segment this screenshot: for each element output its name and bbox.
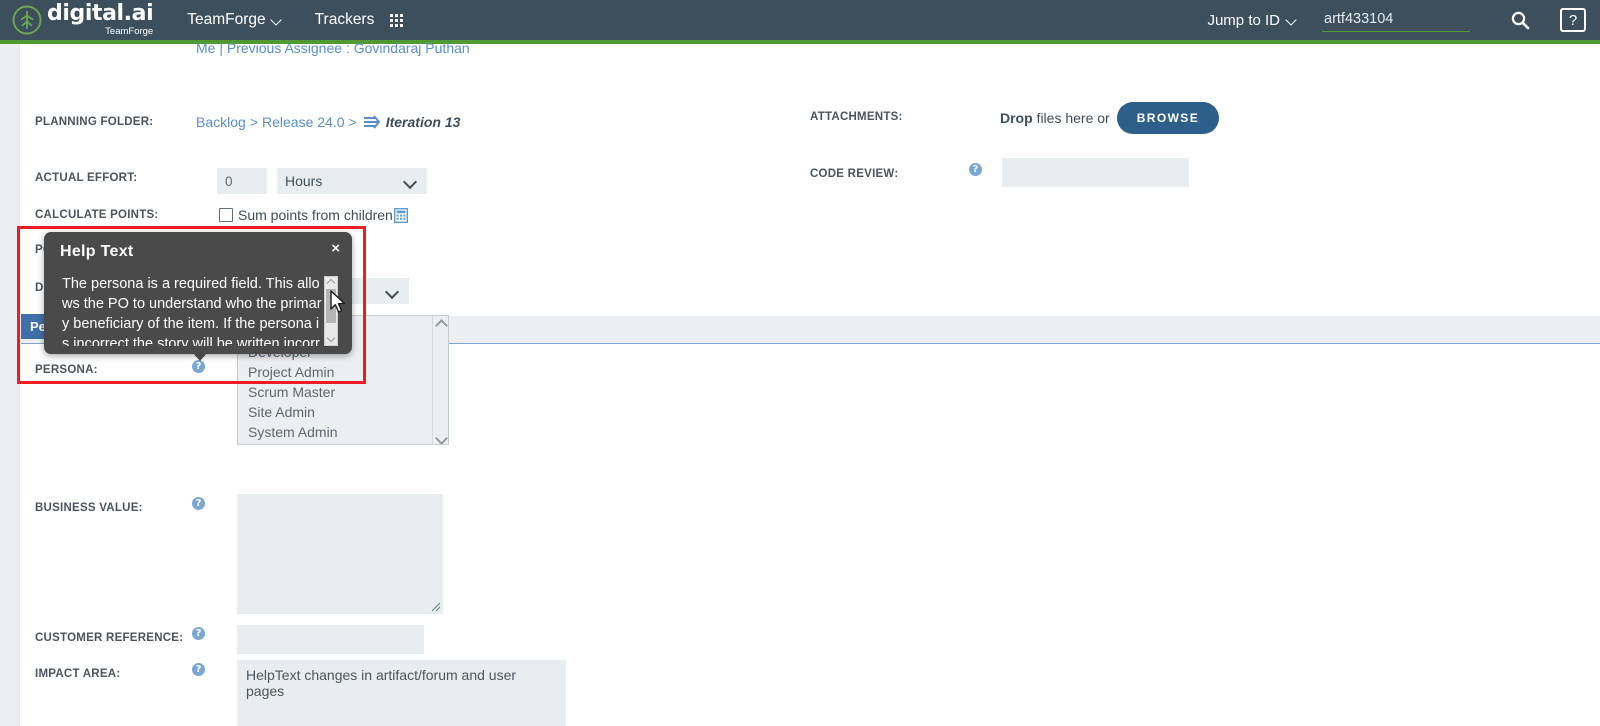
brand-logo[interactable]: digital.ai TeamForge [12,1,154,38]
customer-reference-help-icon[interactable]: ? [192,627,205,640]
code-review-help-icon[interactable]: ? [969,163,982,176]
sum-points-label: Sum points from children [238,207,393,223]
planning-folder-value: Backlog > Release 24.0 > Iteration 13 [196,114,460,130]
field-actual-effort: ACTUAL EFFORT: [35,172,195,184]
app-root: digital.ai TeamForge TeamForge Trackers … [0,0,1600,726]
jump-to-id-dropdown[interactable]: Jump to ID [1207,12,1296,29]
business-value-label: BUSINESS VALUE: [35,502,143,514]
code-review-label: CODE REVIEW: [810,168,899,180]
browse-button[interactable]: BROWSE [1116,102,1220,134]
scroll-down-arrow-icon[interactable] [326,333,336,343]
field-calculate-points: CALCULATE POINTS: [35,209,195,221]
field-attachments: ATTACHMENTS: [810,111,980,123]
breadcrumb-backlog[interactable]: Backlog [196,114,246,130]
breadcrumb-release[interactable]: Release 24.0 [262,114,345,130]
customer-reference-label: CUSTOMER REFERENCE: [35,632,184,644]
impact-area-help-icon[interactable]: ? [192,663,205,676]
persona-label: PERSONA: [35,364,98,376]
drop-rest-text: files here or [1032,110,1110,126]
scroll-down-arrow-icon[interactable] [433,432,448,444]
question-mark-icon: ? [1568,11,1578,29]
tooltip-scrollbar[interactable] [324,276,338,346]
impact-area-textarea[interactable]: HelpText changes in artifact/forum and u… [237,660,566,726]
field-impact-area: IMPACT AREA: [35,668,195,680]
nav-trackers[interactable]: Trackers [315,11,404,29]
attachments-dropzone[interactable]: Drop files here or BROWSE [1000,102,1220,134]
persona-option[interactable]: System Admin [238,422,448,442]
business-value-textarea[interactable] [237,494,443,614]
topbar-right-group: Jump to ID ? [1207,8,1586,32]
field-persona: PERSONA: [35,364,195,376]
brand-name: digital.ai [47,1,154,27]
calculate-points-control: Sum points from children [219,207,408,223]
scroll-up-arrow-icon[interactable] [326,278,336,288]
calculate-points-label: CALCULATE POINTS: [35,209,159,221]
persona-help-icon[interactable]: ? [192,360,205,373]
help-button[interactable]: ? [1560,8,1586,32]
chevron-down-icon [272,16,281,25]
tooltip-body-text: The persona is a required field. This al… [62,276,322,346]
actual-effort-input[interactable] [217,168,267,194]
top-navigation-bar: digital.ai TeamForge TeamForge Trackers … [0,0,1600,40]
customer-reference-input[interactable] [237,625,424,654]
actual-effort-unit-wrapper: Hours [277,168,427,194]
tooltip-title: Help Text [60,243,134,260]
scrollbar-thumb[interactable] [326,289,336,323]
jump-to-id-input[interactable] [1322,8,1470,32]
help-text-tooltip[interactable]: Help Text × The persona is a required fi… [44,232,352,361]
nav-trackers-label: Trackers [314,11,375,28]
attachments-label: ATTACHMENTS: [810,111,903,123]
jump-to-id-label: Jump to ID [1207,11,1280,29]
calculator-icon[interactable] [393,207,408,223]
persona-listbox-scrollbar[interactable] [432,316,448,444]
business-value-wrapper [237,494,443,614]
planning-folder-label: PLANNING FOLDER: [35,116,154,128]
actual-effort-label: ACTUAL EFFORT: [35,172,138,184]
nav-teamforge[interactable]: TeamForge [187,11,280,29]
breadcrumb-separator: > [249,114,258,130]
field-business-value: BUSINESS VALUE: [35,502,195,514]
chevron-down-icon [1287,16,1296,25]
field-customer-reference: CUSTOMER REFERENCE: [35,632,195,644]
grid-apps-icon[interactable] [390,13,404,27]
assignee-text: Me | Previous Assignee : Govindaraj Puth… [196,40,470,56]
persona-option[interactable]: Scrum Master [238,382,448,402]
scroll-up-arrow-icon[interactable] [433,316,448,330]
field-planning-folder: PLANNING FOLDER: [35,116,195,128]
left-rail [0,44,20,726]
iteration-icon [363,114,380,129]
code-review-input[interactable] [1002,158,1189,187]
sum-points-checkbox[interactable] [219,208,233,222]
actual-effort-unit-select[interactable]: Hours [277,168,427,194]
persona-option[interactable]: Site Admin [238,402,448,422]
page-body: Me | Previous Assignee : Govindaraj Puth… [0,40,1600,726]
drop-bold-word: Drop [1000,110,1033,126]
nav-teamforge-label: TeamForge [187,11,266,28]
digitalai-logo-icon [12,5,42,35]
business-value-help-icon[interactable]: ? [192,497,205,510]
tooltip-pointer-arrow [192,352,208,361]
artifact-form: Me | Previous Assignee : Govindaraj Puth… [21,40,1600,726]
search-icon[interactable] [1510,10,1530,30]
assignee-line: Me | Previous Assignee : Govindaraj Puth… [196,40,470,56]
brand-subtitle: TeamForge [105,26,154,38]
drop-files-text: Drop files here or [1000,110,1110,126]
impact-area-label: IMPACT AREA: [35,668,121,680]
field-code-review: CODE REVIEW: [810,168,980,180]
tooltip-close-icon[interactable]: × [331,241,340,256]
persona-option[interactable]: Project Admin [238,362,448,382]
iteration-label[interactable]: Iteration 13 [386,114,461,130]
breadcrumb-separator: > [348,114,357,130]
